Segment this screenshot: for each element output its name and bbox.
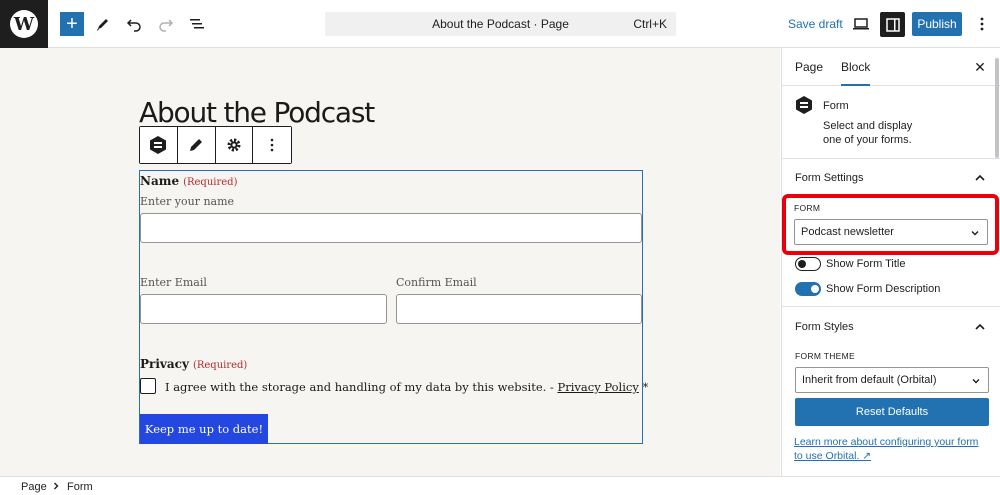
chevron-down-icon bbox=[971, 231, 979, 236]
tools-pencil-button[interactable] bbox=[91, 12, 115, 36]
show-form-description-toggle[interactable] bbox=[795, 282, 821, 296]
chevron-up-icon[interactable] bbox=[974, 321, 986, 333]
block-name: Form bbox=[823, 100, 849, 112]
consent-sentence: I agree with the storage and handling of… bbox=[165, 380, 558, 394]
breadcrumb-page[interactable]: Page bbox=[21, 481, 47, 493]
name-field-hint: Enter your name bbox=[140, 195, 235, 208]
breadcrumb: Page Form bbox=[0, 476, 1000, 495]
block-toolbar bbox=[139, 126, 292, 164]
sidebar-tabs: Page Block ✕ bbox=[782, 48, 1000, 86]
settings-sidebar-toggle[interactable] bbox=[880, 12, 905, 37]
add-block-button[interactable]: + bbox=[60, 12, 84, 36]
command-shortcut: Ctrl+K bbox=[633, 17, 667, 31]
tab-page[interactable]: Page bbox=[795, 48, 823, 86]
wordpress-icon: W bbox=[10, 10, 38, 38]
block-type-button[interactable] bbox=[140, 127, 178, 163]
gear-icon bbox=[227, 138, 241, 152]
privacy-policy-link[interactable]: Privacy Policy bbox=[557, 380, 638, 394]
show-form-description-label: Show Form Description bbox=[826, 283, 941, 295]
close-sidebar-button[interactable]: ✕ bbox=[971, 58, 989, 76]
options-menu-button[interactable] bbox=[970, 12, 994, 36]
form-select[interactable]: Podcast newsletter bbox=[794, 219, 988, 245]
name-label-text: Name bbox=[140, 174, 180, 188]
document-title: About the Podcast · Page bbox=[432, 17, 569, 31]
settings-sidebar: Page Block ✕ Form Select and display one… bbox=[781, 48, 1000, 476]
submit-button[interactable]: Keep me up to date! bbox=[140, 414, 268, 444]
document-overview-button[interactable] bbox=[185, 12, 209, 36]
sidebar-scrollbar[interactable] bbox=[995, 58, 999, 158]
form-theme-label: FORM THEME bbox=[795, 351, 855, 361]
pencil-icon bbox=[190, 139, 203, 151]
confirm-email-field-label: Confirm Email bbox=[396, 276, 477, 289]
required-badge: (Required) bbox=[192, 360, 248, 371]
list-view-icon bbox=[190, 19, 204, 29]
chevron-right-icon bbox=[54, 482, 59, 490]
form-theme-value: Inherit from default (Orbital) bbox=[802, 374, 937, 386]
editor-topbar: W + About the Podcast · Page Ctrl+K Save… bbox=[0, 0, 1000, 48]
block-description: Select and display one of your forms. bbox=[823, 120, 913, 146]
more-vertical-icon bbox=[980, 17, 984, 31]
toggle-knob bbox=[811, 285, 819, 293]
form-block-icon bbox=[796, 96, 812, 114]
save-draft-button[interactable]: Save draft bbox=[788, 17, 843, 31]
learn-more-link[interactable]: Learn more about configuring your form t… bbox=[794, 435, 984, 463]
form-select-label: FORM bbox=[794, 203, 821, 213]
editor-canvas: About the Podcast Name (Required) Enter y… bbox=[0, 48, 780, 476]
email-input[interactable] bbox=[140, 294, 387, 324]
required-badge: (Required) bbox=[183, 177, 238, 188]
reset-defaults-button[interactable]: Reset Defaults bbox=[795, 398, 989, 426]
form-settings-panel-title[interactable]: Form Settings bbox=[795, 172, 863, 184]
form-styles-panel-title[interactable]: Form Styles bbox=[795, 321, 854, 333]
desktop-icon bbox=[853, 18, 869, 30]
command-palette-bar[interactable]: About the Podcast · Page Ctrl+K bbox=[325, 12, 676, 36]
more-vertical-icon bbox=[270, 138, 274, 152]
privacy-consent-text: I agree with the storage and handling of… bbox=[165, 380, 648, 394]
confirm-email-input[interactable] bbox=[396, 294, 642, 324]
publish-button[interactable]: Publish bbox=[912, 12, 962, 36]
form-select-value: Podcast newsletter bbox=[801, 226, 894, 238]
form-block-icon bbox=[150, 136, 167, 154]
name-input[interactable] bbox=[140, 213, 642, 243]
block-card: Form Select and display one of your form… bbox=[782, 86, 1000, 159]
show-form-title-label: Show Form Title bbox=[826, 258, 906, 270]
toggle-knob bbox=[798, 260, 806, 268]
breadcrumb-form[interactable]: Form bbox=[67, 481, 93, 493]
chevron-down-icon bbox=[972, 379, 980, 384]
privacy-consent-checkbox[interactable] bbox=[140, 378, 156, 394]
chevron-up-icon[interactable] bbox=[974, 172, 986, 184]
preview-button[interactable] bbox=[849, 12, 873, 36]
privacy-field-label: Privacy (Required) bbox=[140, 357, 247, 371]
pencil-icon bbox=[97, 19, 108, 31]
redo-icon bbox=[159, 19, 174, 32]
wordpress-logo-button[interactable]: W bbox=[0, 0, 48, 48]
sidebar-icon bbox=[885, 17, 900, 32]
redo-button[interactable] bbox=[154, 12, 178, 36]
block-options-button[interactable] bbox=[253, 127, 291, 163]
form-settings-button[interactable] bbox=[215, 127, 254, 163]
panel-divider bbox=[782, 306, 1000, 307]
page-title[interactable]: About the Podcast bbox=[139, 96, 375, 129]
tab-block[interactable]: Block bbox=[841, 48, 871, 86]
edit-form-button[interactable] bbox=[177, 127, 216, 163]
name-field-label: Name (Required) bbox=[140, 174, 237, 188]
form-block[interactable]: Name (Required) Enter your name Enter Ema… bbox=[139, 170, 648, 444]
form-theme-select[interactable]: Inherit from default (Orbital) bbox=[795, 367, 989, 393]
undo-button[interactable] bbox=[122, 12, 146, 36]
undo-icon bbox=[126, 19, 141, 32]
privacy-label-text: Privacy bbox=[140, 357, 189, 371]
consent-asterisk: * bbox=[638, 380, 649, 394]
email-field-label: Enter Email bbox=[140, 276, 207, 289]
show-form-title-toggle[interactable] bbox=[795, 257, 821, 271]
